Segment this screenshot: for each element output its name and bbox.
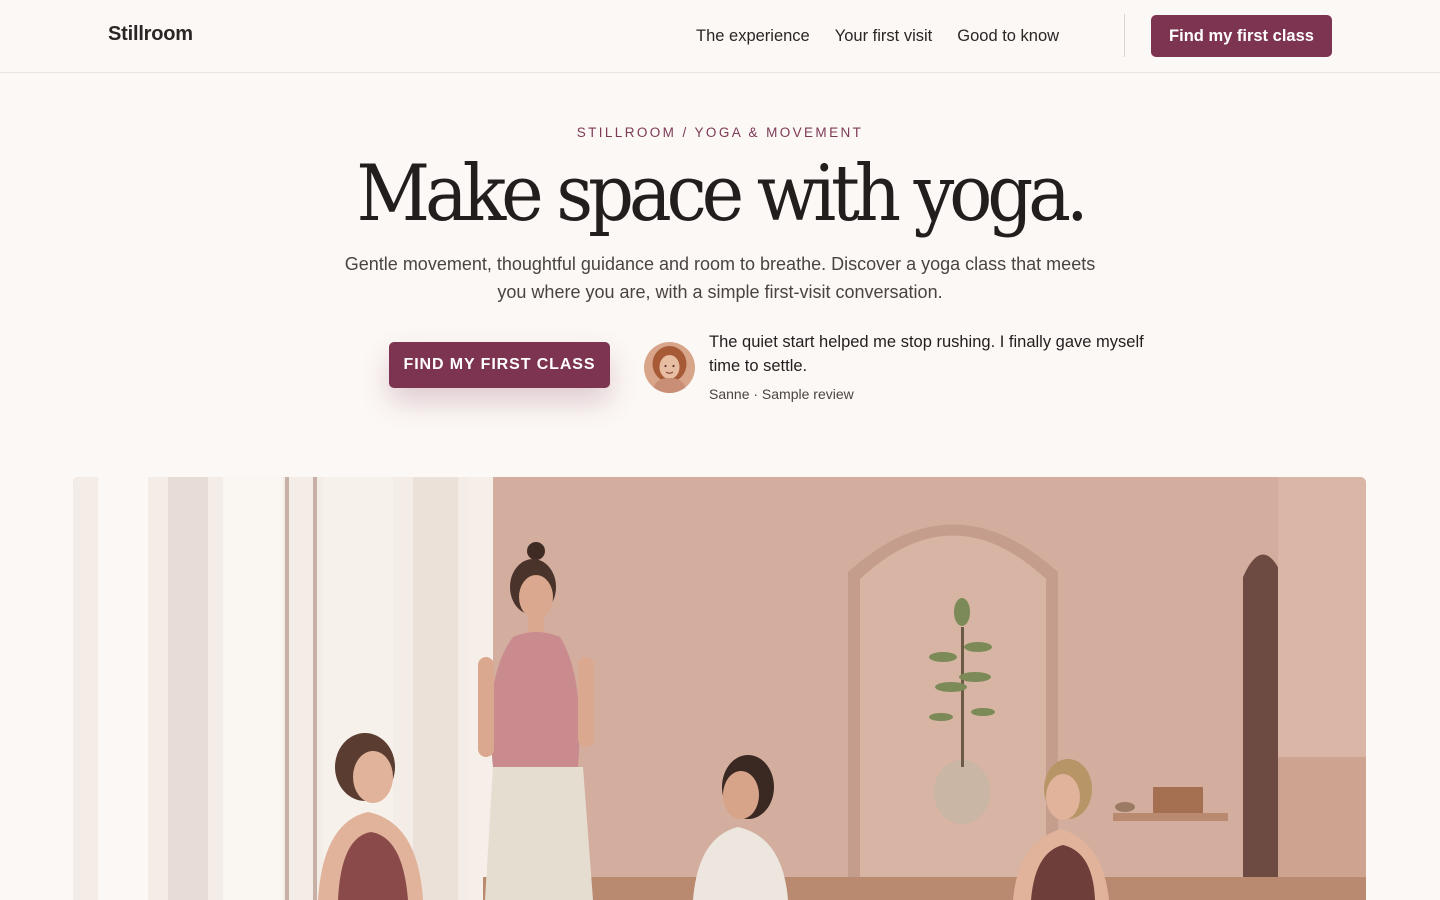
site-header: Stillroom The experience Your first visi… <box>0 0 1440 73</box>
reviewer-avatar <box>644 342 695 393</box>
nav-divider <box>1124 14 1125 57</box>
nav-link-first-visit[interactable]: Your first visit <box>835 27 933 46</box>
brand-logo[interactable]: Stillroom <box>108 23 193 46</box>
testimonial-author: Sanne · Sample review <box>709 386 854 402</box>
nav-link-good-to-know[interactable]: Good to know <box>957 27 1059 46</box>
main-nav: The experience Your first visit Good to … <box>696 26 1059 46</box>
hero-find-class-button[interactable]: FIND MY FIRST CLASS <box>389 342 610 388</box>
testimonial-quote: The quiet start helped me stop rushing. … <box>709 333 1144 375</box>
hero-subtitle: Gentle movement, thoughtful guidance and… <box>344 254 1096 302</box>
avatar-portrait-icon <box>644 342 695 393</box>
nav-link-experience[interactable]: The experience <box>696 27 810 46</box>
studio-class-illustration <box>73 477 1366 900</box>
hero-eyebrow: STILLROOM / YOGA & MOVEMENT <box>576 125 864 140</box>
studio-photo <box>73 477 1366 900</box>
header-find-class-button[interactable]: Find my first class <box>1151 15 1332 57</box>
hero-title: Make space with yoga. <box>356 147 1088 239</box>
